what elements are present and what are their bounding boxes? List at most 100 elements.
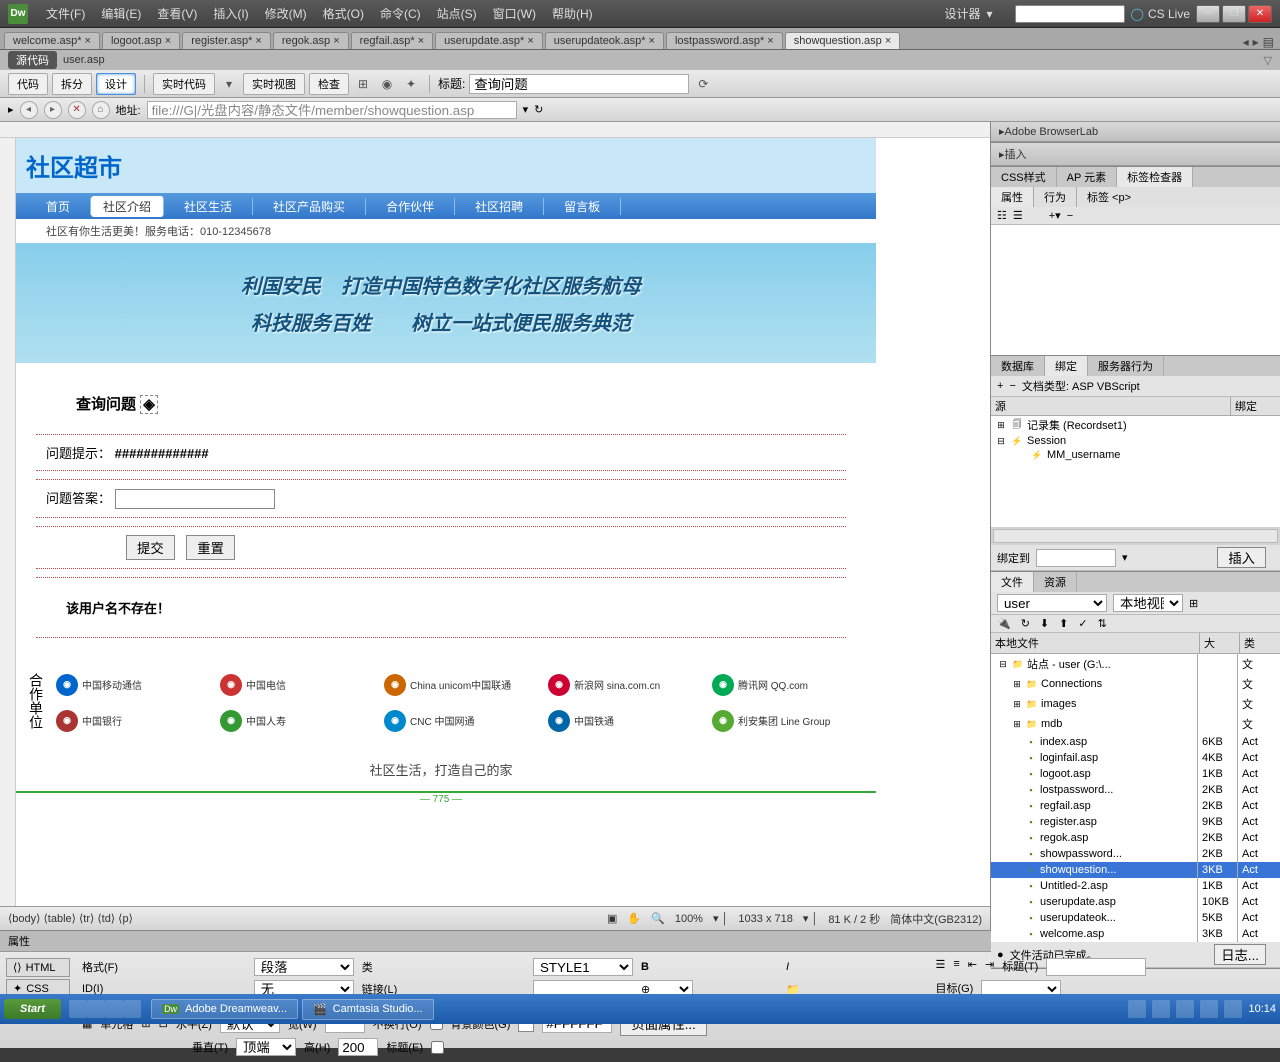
tab-ap-elements[interactable]: AP 元素 [1057, 167, 1118, 187]
file-row[interactable]: ▪regfail.asp2KBAct [991, 798, 1280, 814]
tab-menu-icon[interactable]: ▤ [1263, 35, 1274, 49]
inspect-button[interactable]: 检查 [309, 73, 349, 95]
file-management-icon[interactable]: ⟳ [693, 75, 713, 93]
refresh-icon[interactable]: ↻ [1021, 617, 1030, 630]
design-canvas[interactable]: 社区超市 首页社区介绍社区生活社区产品购买合作伙伴社区招聘留言板 社区有你生活更… [16, 138, 990, 900]
restore-button[interactable]: ❐ [1222, 5, 1246, 23]
doc-tab[interactable]: register.asp* × [182, 32, 271, 49]
quick-launch-icon[interactable] [87, 1000, 105, 1018]
menu-格式(O)[interactable]: 格式(O) [315, 7, 372, 21]
doc-tab[interactable]: userupdateok.asp* × [545, 32, 664, 49]
tab-scroll-left-icon[interactable]: ◂ [1243, 35, 1249, 49]
insert-binding-button[interactable]: 插入 [1217, 547, 1266, 568]
menu-命令(C)[interactable]: 命令(C) [372, 7, 429, 21]
zoom-level[interactable]: 100% [675, 913, 703, 925]
tab-files[interactable]: 文件 [991, 572, 1034, 592]
code-view-button[interactable]: 代码 [8, 73, 48, 95]
view-select[interactable]: 本地视图 [1113, 594, 1183, 612]
class-select[interactable]: STYLE1 [533, 958, 633, 976]
mm-username-node[interactable]: MM_username [1047, 449, 1120, 461]
window-dimensions[interactable]: 1033 x 718 [738, 913, 792, 925]
title-input[interactable] [469, 74, 689, 94]
category-view-icon[interactable]: ☷ [997, 209, 1007, 222]
italic-icon[interactable]: I [786, 961, 927, 973]
doc-tab[interactable]: logoot.asp × [102, 32, 180, 49]
bold-icon[interactable]: B [641, 961, 778, 973]
tab-server-behaviors[interactable]: 服务器行为 [1088, 356, 1164, 376]
submit-button[interactable]: 提交 [126, 535, 175, 560]
expand-icon[interactable]: ⊞ [1189, 597, 1198, 610]
select-tool-icon[interactable]: ▣ [607, 912, 617, 925]
doc-tab[interactable]: welcome.asp* × [4, 32, 100, 49]
nav-item[interactable]: 社区生活 [164, 198, 253, 215]
file-row[interactable]: ▪register.asp9KBAct [991, 814, 1280, 830]
file-row[interactable]: ▪showquestion...3KBAct [991, 862, 1280, 878]
go-icon[interactable]: ↻ [534, 103, 543, 116]
tag-selector[interactable]: ⟨body⟩ ⟨table⟩ ⟨tr⟩ ⟨td⟩ ⟨p⟩ [8, 912, 133, 925]
doc-tab[interactable]: regok.asp × [273, 32, 349, 49]
insert-panel-header[interactable]: ▸ 插入 [991, 143, 1280, 166]
menu-查看(V)[interactable]: 查看(V) [149, 7, 205, 21]
cslive-link[interactable]: ◯CS Live [1131, 7, 1190, 21]
minimize-button[interactable]: ─ [1196, 5, 1220, 23]
ol-icon[interactable]: ≡ [953, 958, 959, 976]
tag-attributes-list[interactable] [991, 225, 1280, 355]
nav-item[interactable]: 社区招聘 [455, 198, 544, 215]
nav-item[interactable]: 留言板 [544, 198, 621, 215]
doc-tab[interactable]: userupdate.asp* × [435, 32, 543, 49]
tab-attributes[interactable]: 属性 [991, 187, 1034, 207]
browser-preview-icon[interactable]: ◉ [377, 75, 397, 93]
menu-帮助(H)[interactable]: 帮助(H) [544, 7, 601, 21]
zoom-tool-icon[interactable]: 🔍 [651, 912, 665, 925]
nav-item[interactable]: 合作伙伴 [366, 198, 455, 215]
title-attr-input[interactable] [1046, 958, 1146, 976]
answer-input[interactable] [115, 489, 275, 509]
header-checkbox[interactable] [431, 1041, 444, 1054]
tab-tag-inspector[interactable]: 标签检查器 [1117, 167, 1193, 187]
tray-icon[interactable] [1200, 1000, 1218, 1018]
design-view-button[interactable]: 设计 [96, 73, 136, 95]
menu-修改(M)[interactable]: 修改(M) [257, 7, 315, 21]
menu-文件(F)[interactable]: 文件(F) [38, 7, 93, 21]
get-icon[interactable]: ⬇ [1040, 617, 1049, 630]
session-node[interactable]: Session [1027, 435, 1066, 447]
close-button[interactable]: ✕ [1248, 5, 1272, 23]
connect-icon[interactable]: 🔌 [997, 617, 1011, 630]
hand-tool-icon[interactable]: ✋ [627, 912, 641, 925]
ul-icon[interactable]: ☰ [935, 958, 945, 976]
filter-icon[interactable]: ▽ [1264, 54, 1272, 67]
live-view-button[interactable]: 实时视图 [243, 73, 305, 95]
tab-bindings[interactable]: 绑定 [1045, 356, 1088, 376]
address-input[interactable] [147, 101, 517, 119]
doc-tab[interactable]: regfail.asp* × [351, 32, 434, 49]
tab-resources[interactable]: 资源 [1034, 572, 1077, 592]
tray-icon[interactable] [1152, 1000, 1170, 1018]
file-row[interactable]: ▪lostpassword...2KBAct [991, 782, 1280, 798]
expand-icon[interactable]: ▸ [8, 103, 14, 116]
file-tree[interactable]: ⊟📁站点 - user (G:\...文⊞📁Connections文⊞📁imag… [991, 654, 1280, 942]
checkout-icon[interactable]: ✓ [1078, 617, 1087, 630]
nav-item[interactable]: 社区介绍 [91, 196, 164, 217]
home-icon[interactable]: ⌂ [92, 101, 110, 119]
doc-tab[interactable]: lostpassword.asp* × [666, 32, 783, 49]
file-row[interactable]: ⊟📁站点 - user (G:\...文 [991, 654, 1280, 674]
stop-icon[interactable]: ✕ [68, 101, 86, 119]
quick-launch-icon[interactable] [69, 1000, 87, 1018]
menu-编辑(E)[interactable]: 编辑(E) [93, 7, 149, 21]
outdent-icon[interactable]: ⇤ [968, 958, 977, 976]
visual-aids-icon[interactable]: ✦ [401, 75, 421, 93]
forward-icon[interactable]: ▸ [44, 101, 62, 119]
taskbar-app-dreamweaver[interactable]: DwAdobe Dreamweav... [151, 999, 298, 1019]
menu-窗口(W)[interactable]: 窗口(W) [485, 7, 544, 21]
file-row[interactable]: ▪userupdateok...5KBAct [991, 910, 1280, 926]
quick-launch-icon[interactable] [123, 1000, 141, 1018]
source-code-button[interactable]: 源代码 [8, 51, 57, 69]
live-code-button[interactable]: 实时代码 [153, 73, 215, 95]
tab-database[interactable]: 数据库 [991, 356, 1045, 376]
quick-launch-icon[interactable] [105, 1000, 123, 1018]
menu-插入(I)[interactable]: 插入(I) [205, 7, 256, 21]
multiscreen-icon[interactable]: ⊞ [353, 75, 373, 93]
doc-tab[interactable]: showquestion.asp × [785, 32, 901, 49]
remove-attr-icon[interactable]: − [1067, 210, 1073, 222]
search-input[interactable] [1015, 5, 1125, 23]
